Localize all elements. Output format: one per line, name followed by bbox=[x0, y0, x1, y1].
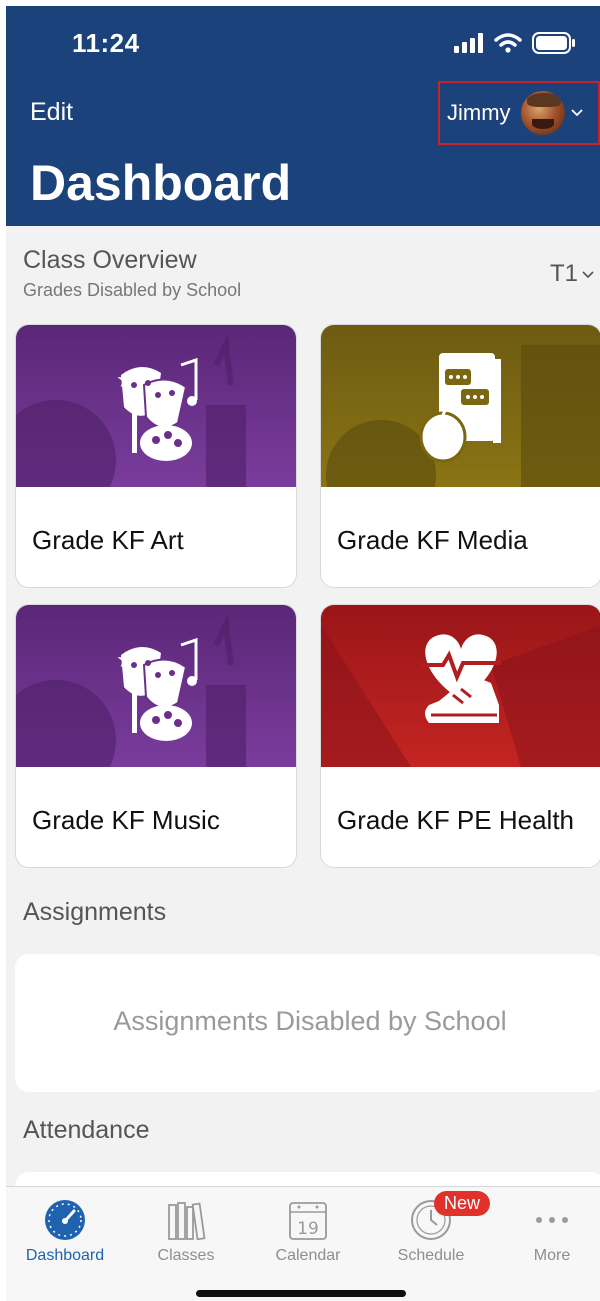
status-time: 11:24 bbox=[72, 28, 140, 58]
edit-button[interactable]: Edit bbox=[30, 98, 73, 127]
tab-bar: Dashboard Classes 19 Calendar New Schedu… bbox=[6, 1186, 600, 1301]
wifi-icon bbox=[494, 33, 522, 53]
user-switcher[interactable]: Jimmy bbox=[438, 81, 600, 145]
chevron-down-icon bbox=[570, 109, 583, 117]
class-overview-subtitle: Grades Disabled by School bbox=[23, 280, 242, 300]
class-card-media[interactable]: Grade KF Media bbox=[320, 324, 600, 588]
svg-text:★: ★ bbox=[116, 368, 136, 393]
status-icons bbox=[454, 32, 576, 54]
heart-sneaker-icon bbox=[321, 625, 600, 767]
class-card-pe-health[interactable]: Grade KF PE Health bbox=[320, 604, 600, 868]
tab-calendar[interactable]: 19 Calendar bbox=[253, 1197, 363, 1265]
svg-text:★: ★ bbox=[116, 648, 136, 673]
tab-label: Schedule bbox=[397, 1247, 465, 1264]
new-badge: New bbox=[434, 1191, 491, 1216]
calendar-day: 19 bbox=[297, 1219, 319, 1239]
class-name: Grade KF PE Health bbox=[337, 805, 574, 835]
class-banner bbox=[321, 605, 600, 767]
assignments-title: Assignments bbox=[23, 898, 167, 926]
app-screen: 11:24 Edit Jimmy Dashboard Class Overvie… bbox=[6, 6, 600, 1301]
home-indicator bbox=[196, 1290, 406, 1297]
tab-label: Classes bbox=[157, 1247, 215, 1264]
term-selector[interactable]: T1 bbox=[550, 260, 594, 288]
tab-label: More bbox=[533, 1247, 571, 1264]
tab-label: Dashboard bbox=[25, 1247, 105, 1264]
class-name: Grade KF Media bbox=[337, 525, 528, 555]
more-dots-icon bbox=[536, 1217, 568, 1223]
class-card-music[interactable]: ★ Grade KF Music bbox=[15, 604, 297, 868]
assignments-card: Assignments Disabled by School bbox=[15, 954, 600, 1092]
term-label: T1 bbox=[549, 260, 578, 287]
tab-schedule[interactable]: New Schedule bbox=[376, 1191, 491, 1265]
class-name: Grade KF Art bbox=[32, 525, 184, 555]
tab-label: Calendar bbox=[275, 1247, 341, 1264]
chevron-down-icon bbox=[582, 271, 594, 278]
class-name: Grade KF Music bbox=[32, 805, 220, 835]
assignments-message: Assignments Disabled by School bbox=[113, 1006, 507, 1036]
tab-dashboard[interactable]: Dashboard bbox=[10, 1197, 120, 1265]
class-card-art[interactable]: ★ Grade KF Art bbox=[15, 324, 297, 588]
battery-icon bbox=[532, 32, 575, 54]
app-header: 11:24 Edit Jimmy Dashboard bbox=[6, 6, 600, 226]
attendance-title: Attendance bbox=[23, 1116, 150, 1144]
avatar bbox=[520, 91, 565, 135]
calendar-icon: 19 bbox=[289, 1202, 327, 1240]
signal-icon bbox=[454, 33, 483, 53]
class-banner: ★ bbox=[16, 325, 296, 487]
class-overview-title: Class Overview bbox=[23, 246, 197, 274]
class-banner bbox=[321, 325, 600, 487]
theater-masks-palette-icon: ★ bbox=[16, 334, 246, 487]
theater-masks-palette-icon: ★ bbox=[16, 614, 246, 767]
book-apple-icon bbox=[326, 345, 600, 487]
tab-classes[interactable]: Classes bbox=[131, 1197, 241, 1265]
page-title: Dashboard bbox=[30, 155, 292, 211]
user-name: Jimmy bbox=[447, 100, 511, 125]
tab-more[interactable]: More bbox=[497, 1197, 600, 1265]
gauge-icon bbox=[45, 1200, 85, 1240]
books-icon bbox=[168, 1202, 206, 1241]
class-banner: ★ bbox=[16, 605, 296, 767]
